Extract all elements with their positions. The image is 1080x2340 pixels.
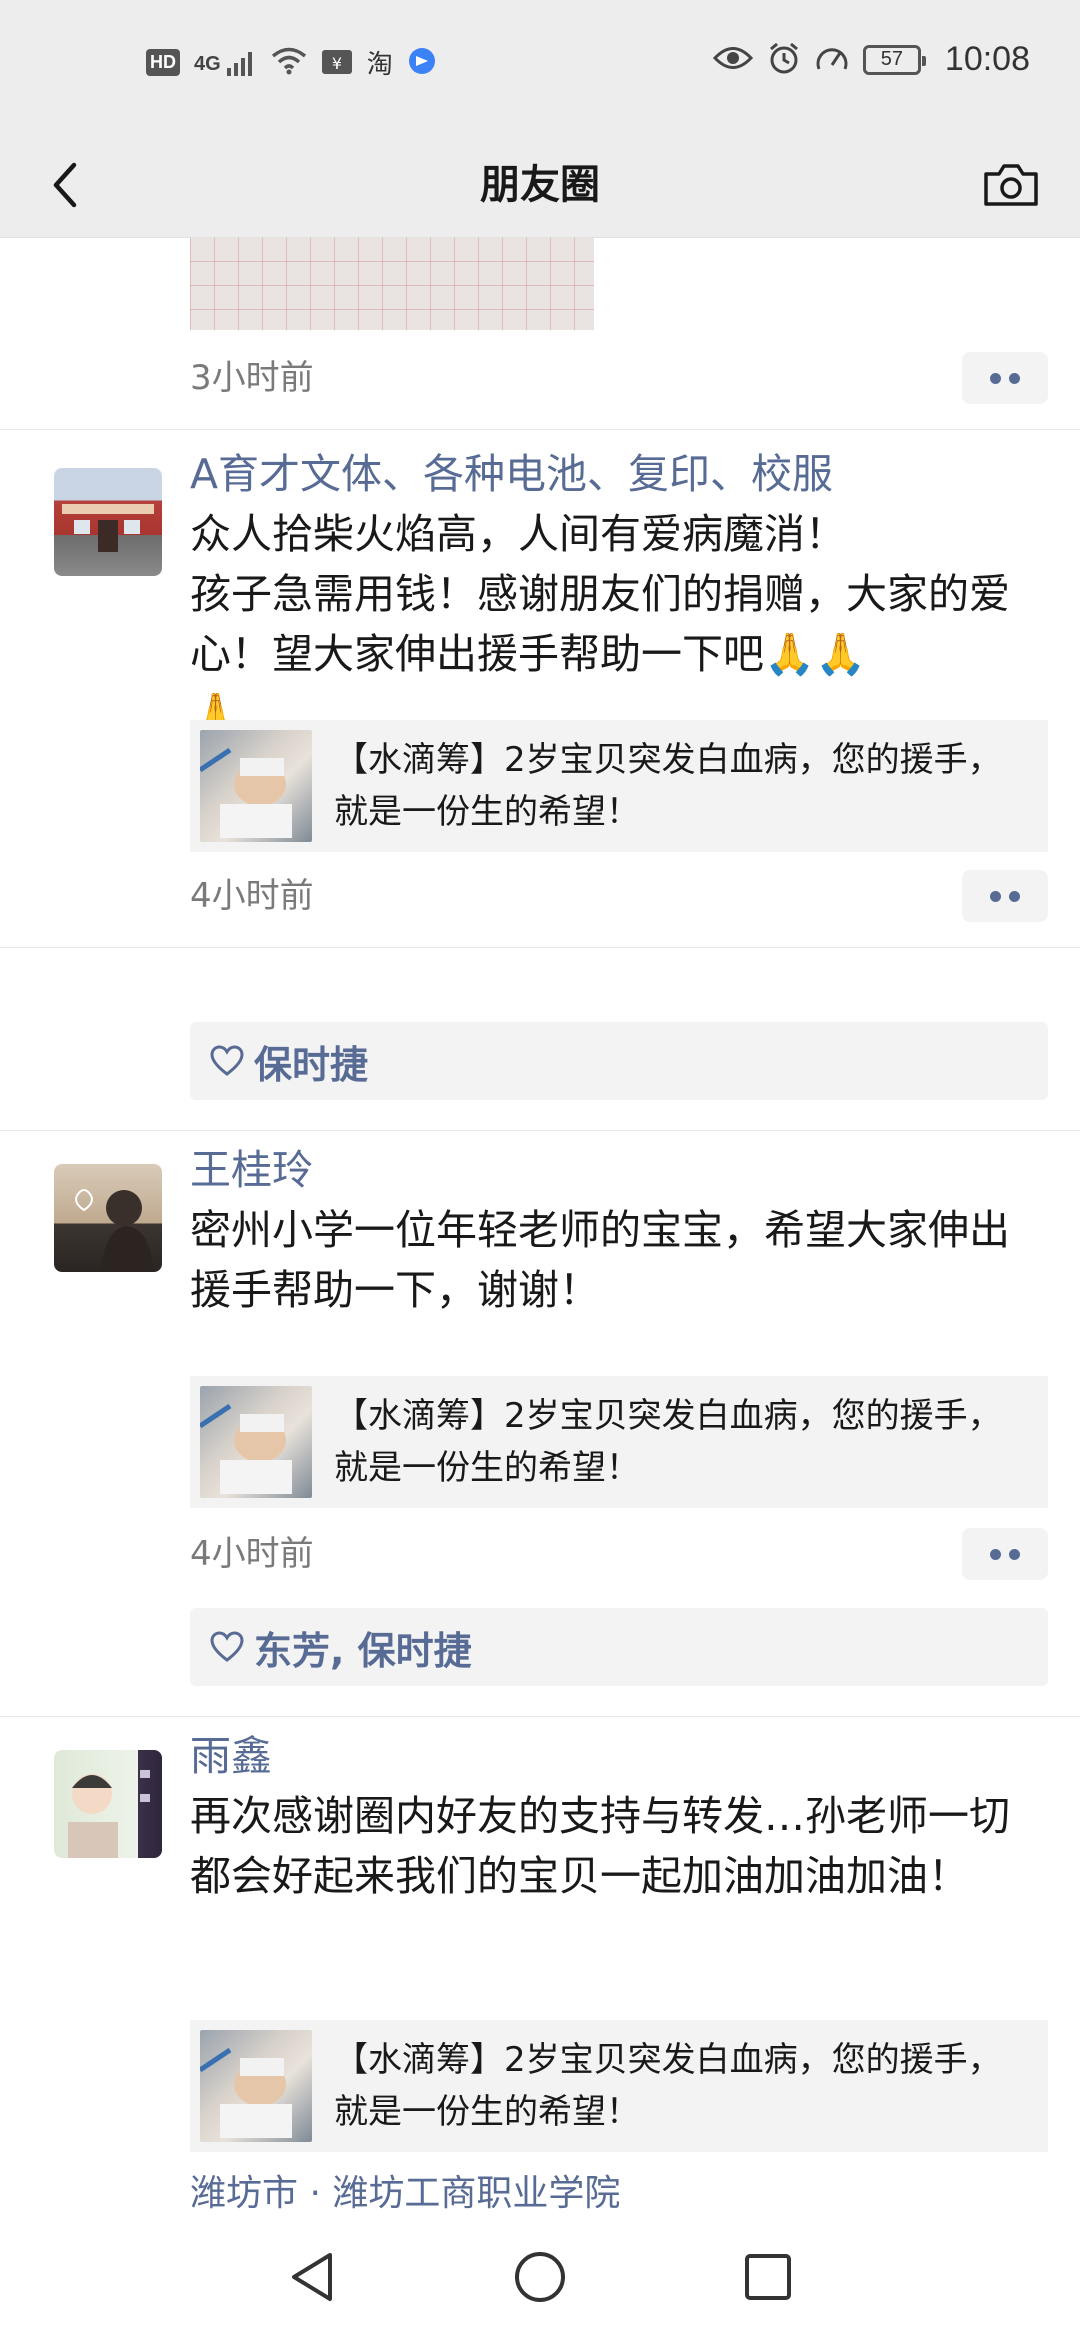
browser-icon — [407, 46, 437, 80]
svg-text:¥: ¥ — [332, 54, 342, 73]
moment-post: A育才文体、各种电池、复印、校服 众人拾柴火焰高，人间有爱病魔消！ 孩子急需用钱… — [0, 430, 1080, 948]
speed-icon — [815, 43, 849, 77]
moment-post: 3小时前 — [0, 238, 1080, 430]
status-right-icons: 57 10:08 — [712, 40, 1030, 79]
square-recent-icon — [745, 2253, 791, 2300]
nav-home-button[interactable] — [502, 2239, 578, 2315]
circle-home-icon — [515, 2251, 565, 2302]
triangle-back-icon — [292, 2252, 332, 2301]
more-dots-icon — [990, 890, 1001, 902]
likes-names[interactable]: 保时捷 — [254, 1034, 368, 1089]
post-author[interactable]: A育才文体、各种电池、复印、校服 — [190, 446, 833, 502]
post-divider — [0, 1130, 1080, 1131]
post-time: 4小时前 — [190, 1534, 314, 1574]
post-text: 密州小学一位年轻老师的宝宝，希望大家伸出援手帮助一下，谢谢！ — [190, 1206, 1010, 1314]
shared-link-card[interactable]: 【水滴筹】2岁宝贝突发白血病，您的援手，就是一份生的希望！ — [190, 2020, 1048, 2152]
network-type-label: 4G — [194, 52, 221, 75]
more-dots-icon — [1009, 372, 1020, 384]
post-location[interactable]: 潍坊市 · 潍坊工商职业学院 — [190, 2168, 620, 2213]
post-time: 3小时前 — [190, 358, 314, 398]
battery-icon: 57 — [862, 44, 926, 75]
more-button[interactable] — [962, 352, 1048, 404]
alarm-icon — [767, 41, 801, 79]
more-button[interactable] — [962, 870, 1048, 922]
status-left-icons: HD 4G ¥ 淘 — [146, 44, 437, 81]
shared-link-card[interactable]: 【水滴筹】2岁宝贝突发白血病，您的援手，就是一份生的希望！ — [190, 1376, 1048, 1508]
nav-recent-button[interactable] — [730, 2239, 806, 2315]
moments-feed[interactable]: 3小时前 A育才文体、各种电池、复印、校服 众人拾柴火焰高，人间有爱病魔消！ 孩… — [0, 238, 1080, 2213]
link-thumbnail — [200, 1386, 312, 1498]
heart-outline-icon — [210, 1045, 244, 1076]
link-title: 【水滴筹】2岁宝贝突发白血病，您的援手，就是一份生的希望！ — [334, 2040, 1002, 2132]
status-time: 10:08 — [944, 40, 1030, 78]
status-bar: HD 4G ¥ 淘 57 10:08 — [0, 0, 1080, 130]
post-text: 众人拾柴火焰高，人间有爱病魔消！ 孩子急需用钱！感谢朋友们的捐赠，大家的爱心！望… — [190, 510, 1010, 738]
avatar[interactable] — [54, 1750, 162, 1858]
more-dots-icon — [990, 1548, 1001, 1560]
likes-bar[interactable]: 东芳, 保时捷 — [190, 1608, 1048, 1686]
hd-icon: HD — [146, 49, 180, 76]
camera-button[interactable] — [978, 152, 1044, 218]
link-thumbnail — [200, 730, 312, 842]
page-title: 朋友圈 — [480, 162, 600, 208]
link-title: 【水滴筹】2岁宝贝突发白血病，您的援手，就是一份生的希望！ — [334, 1396, 1002, 1488]
system-nav-bar — [0, 2213, 1080, 2340]
wifi-icon — [271, 47, 307, 79]
more-button[interactable] — [962, 1528, 1048, 1580]
eye-icon — [712, 45, 753, 75]
post-time: 4小时前 — [190, 876, 314, 916]
likes-names[interactable]: 东芳, 保时捷 — [254, 1620, 472, 1675]
camera-icon — [984, 164, 1038, 206]
shared-link-card[interactable]: 【水滴筹】2岁宝贝突发白血病，您的援手，就是一份生的希望！ — [190, 720, 1048, 852]
more-dots-icon — [990, 372, 1001, 384]
post-divider — [0, 1716, 1080, 1717]
link-title: 【水滴筹】2岁宝贝突发白血病，您的援手，就是一份生的希望！ — [334, 740, 1002, 832]
post-author[interactable]: 雨鑫 — [190, 1728, 272, 1784]
post-text: 再次感谢圈内好友的支持与转发…孙老师一切都会好起来我们的宝贝一起加油加油加油！ — [190, 1792, 1010, 1900]
link-thumbnail — [200, 2030, 312, 2142]
likes-bar[interactable]: 保时捷 — [190, 1022, 1048, 1100]
avatar[interactable] — [54, 1164, 162, 1272]
more-dots-icon — [1009, 1548, 1020, 1560]
taobao-icon: 淘 — [366, 49, 393, 79]
post-image[interactable] — [190, 238, 594, 330]
top-bar: 朋友圈 — [0, 130, 1080, 238]
wallet-icon: ¥ — [321, 46, 353, 80]
post-author[interactable]: 王桂玲 — [190, 1142, 313, 1198]
more-dots-icon — [1009, 890, 1020, 902]
nav-back-button[interactable] — [274, 2239, 350, 2315]
avatar[interactable] — [54, 468, 162, 576]
signal-icon: 4G — [194, 50, 257, 76]
heart-outline-icon — [210, 1631, 244, 1662]
